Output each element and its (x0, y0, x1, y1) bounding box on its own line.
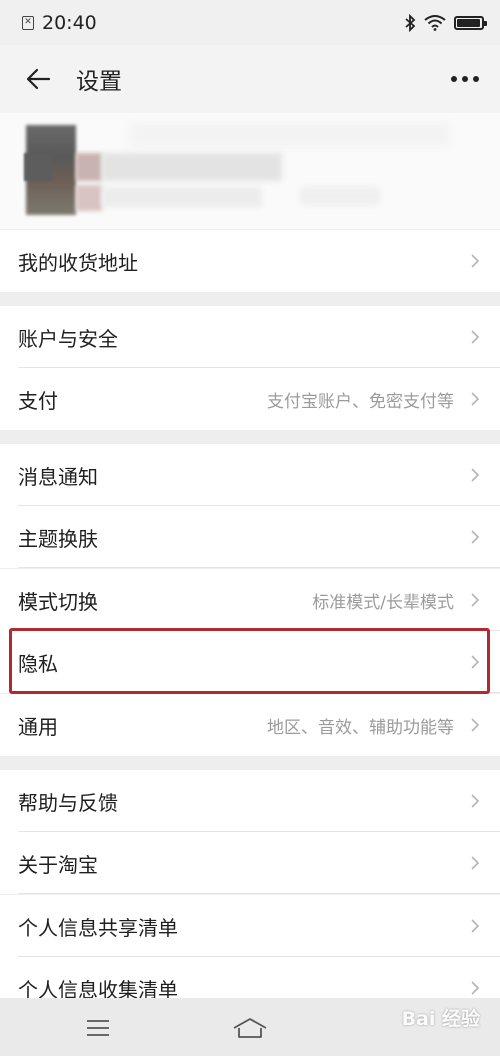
settings-row-value: 支付宝账户、免密支付等 (267, 391, 454, 412)
settings-row-about[interactable]: 关于淘宝 (0, 832, 500, 894)
chevron-right-icon (468, 791, 482, 811)
settings-row-theme[interactable]: 主题换肤 (0, 506, 500, 568)
settings-row-notifications[interactable]: 消息通知 (0, 444, 500, 506)
menu-button[interactable] (68, 1012, 128, 1044)
wifi-icon (424, 14, 446, 31)
bluetooth-icon (405, 13, 416, 32)
page-title: 设置 (76, 69, 122, 95)
settings-row-address[interactable]: 我的收货地址 (0, 230, 500, 292)
settings-row-help-feedback[interactable]: 帮助与反馈 (0, 770, 500, 832)
battery-icon (454, 15, 487, 30)
settings-row-label: 我的收货地址 (18, 250, 138, 275)
menu-icon (87, 1020, 109, 1036)
settings-row-mode-switch[interactable]: 模式切换 标准模式/长辈模式 (0, 569, 500, 631)
top-bar: 设置 (0, 45, 500, 113)
home-icon (233, 1018, 267, 1038)
settings-row-value: 地区、音效、辅助功能等 (267, 717, 454, 738)
settings-row-info-sharing-list[interactable]: 个人信息共享清单 (0, 895, 500, 957)
settings-row-label: 模式切换 (18, 589, 98, 614)
chevron-right-icon (468, 652, 482, 672)
settings-row-value: 标准模式/长辈模式 (312, 592, 454, 613)
more-button[interactable] (430, 45, 500, 113)
settings-row-label: 主题换肤 (18, 526, 98, 551)
settings-row-label: 帮助与反馈 (18, 790, 118, 815)
watermark: Bai 经验 (401, 1008, 480, 1030)
chevron-right-icon (468, 527, 482, 547)
settings-row-general[interactable]: 通用 地区、音效、辅助功能等 (0, 694, 500, 756)
settings-row-label: 关于淘宝 (18, 852, 98, 877)
settings-row-account-security[interactable]: 账户与安全 (0, 306, 500, 368)
more-horizontal-icon (451, 76, 457, 82)
chevron-right-icon (468, 916, 482, 936)
settings-row-label: 消息通知 (18, 464, 98, 489)
settings-row-label: 账户与安全 (18, 326, 118, 351)
chevron-right-icon (468, 715, 482, 735)
status-bar: ✕ 20:40 (0, 0, 500, 45)
settings-row-label: 隐私 (18, 651, 58, 676)
status-time: 20:40 (42, 11, 97, 34)
chevron-right-icon (468, 978, 482, 998)
sim-icon: ✕ (22, 15, 34, 30)
settings-row-label: 通用 (18, 714, 58, 739)
profile-card[interactable] (0, 113, 500, 229)
back-button[interactable] (0, 45, 76, 113)
settings-row-label: 支付 (18, 388, 58, 413)
chevron-right-icon (468, 327, 482, 347)
chevron-right-icon (468, 389, 482, 409)
settings-row-privacy[interactable]: 隐私 (0, 631, 500, 693)
chevron-right-icon (468, 590, 482, 610)
chevron-right-icon (468, 465, 482, 485)
home-button[interactable] (220, 1012, 280, 1044)
chevron-right-icon (468, 251, 482, 271)
settings-row-label: 个人信息共享清单 (18, 915, 178, 940)
settings-row-payment[interactable]: 支付 支付宝账户、免密支付等 (0, 368, 500, 430)
arrow-left-icon (26, 68, 51, 90)
chevron-right-icon (468, 853, 482, 873)
profile-name-blurred (102, 153, 282, 181)
